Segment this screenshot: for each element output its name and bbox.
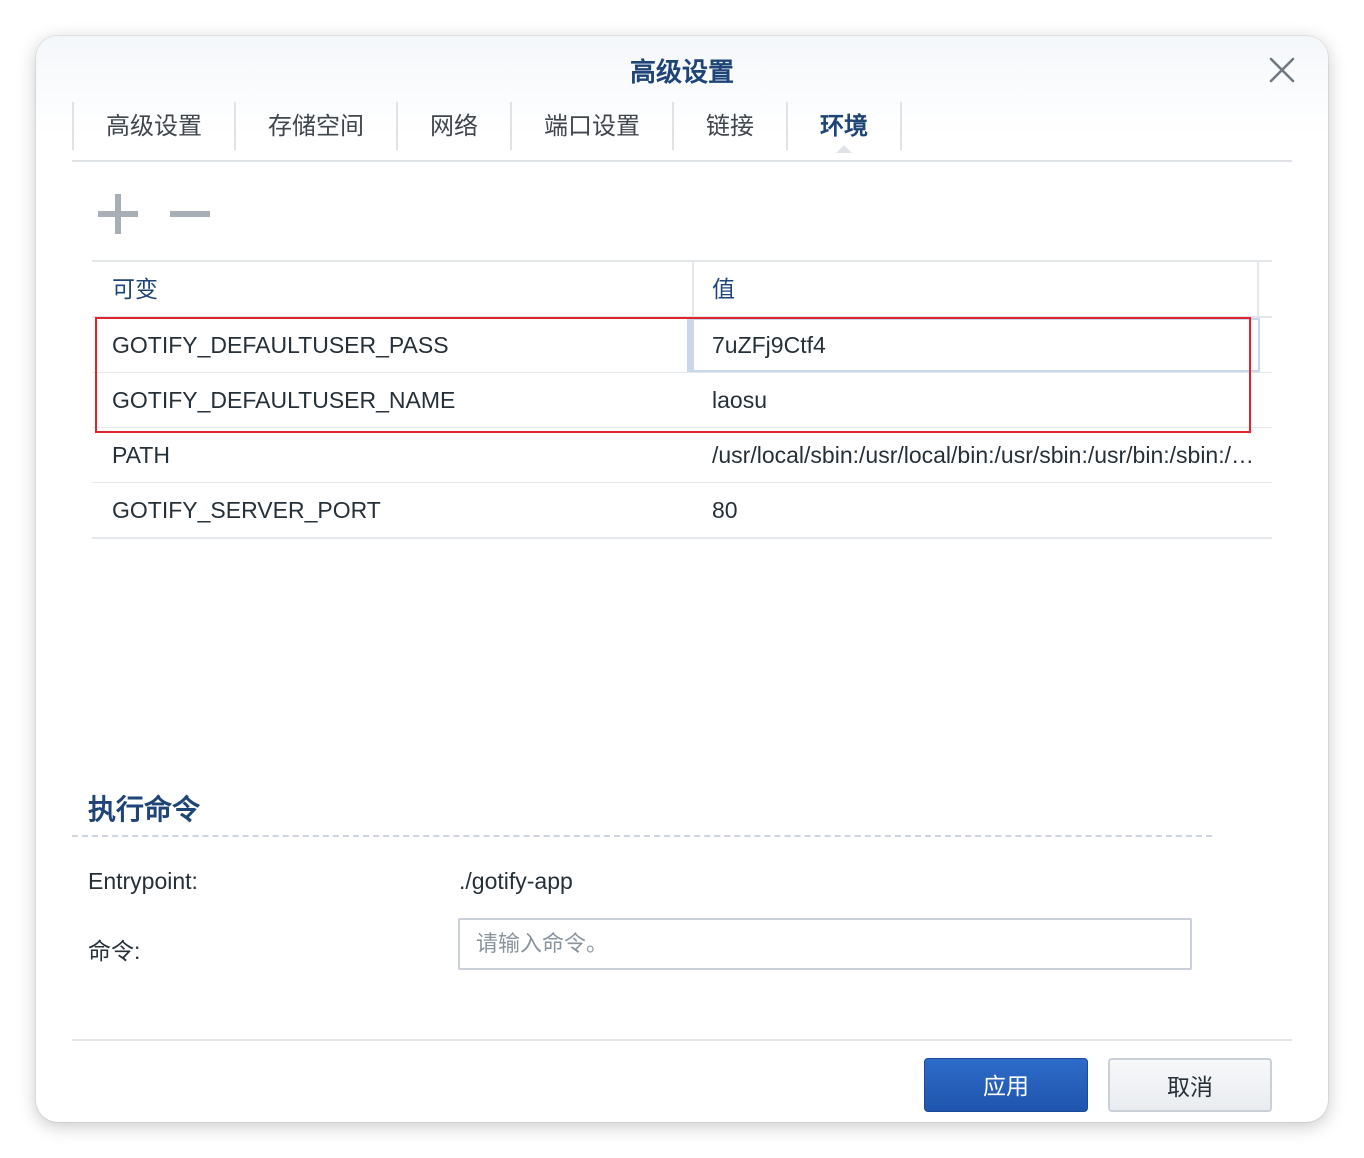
variable-cell[interactable]: GOTIFY_SERVER_PORT [92,483,692,537]
advanced-settings-dialog: 高级设置 高级设置 存储空间 网络 端口设置 链接 环境 可变 值 GOTIFY… [36,36,1328,1122]
variable-cell[interactable]: GOTIFY_DEFAULTUSER_NAME [92,373,692,427]
tab-storage[interactable]: 存储空间 [234,102,396,150]
variable-cell[interactable]: PATH [92,428,692,482]
execution-command-heading: 执行命令 [88,794,201,825]
tab-links[interactable]: 链接 [672,102,786,150]
apply-button[interactable]: 应用 [924,1058,1088,1112]
dialog-title: 高级设置 [629,57,734,87]
value-cell[interactable]: laosu [692,373,1258,427]
environment-table: 可变 值 GOTIFY_DEFAULTUSER_PASS 7uZFj9Ctf4 … [92,260,1272,539]
table-header: 可变 值 [92,260,1272,318]
plus-icon[interactable] [96,192,140,236]
tab-advanced-settings[interactable]: 高级设置 [72,102,234,150]
tabs-divider [72,160,1292,162]
column-header-variable[interactable]: 可变 [92,262,694,316]
tab-network[interactable]: 网络 [396,102,510,150]
entrypoint-value: ./gotify-app [459,868,573,894]
tab-port-settings[interactable]: 端口设置 [510,102,672,150]
command-label: 命令: [88,938,141,964]
command-input[interactable] [458,918,1192,970]
close-icon[interactable] [1266,54,1298,86]
minus-icon[interactable] [168,192,212,236]
tab-environment[interactable]: 环境 [786,102,902,153]
value-cell[interactable]: 7uZFj9Ctf4 [692,318,1260,372]
column-header-value[interactable]: 值 [694,262,1259,316]
table-row[interactable]: GOTIFY_SERVER_PORT 80 [92,483,1272,539]
section-divider [72,835,1212,837]
value-cell[interactable]: /usr/local/sbin:/usr/local/bin:/usr/sbin… [692,428,1258,482]
cancel-button[interactable]: 取消 [1108,1058,1272,1112]
value-cell[interactable]: 80 [692,483,1258,537]
table-row[interactable]: GOTIFY_DEFAULTUSER_PASS 7uZFj9Ctf4 [92,318,1272,373]
table-row[interactable]: PATH /usr/local/sbin:/usr/local/bin:/usr… [92,428,1272,483]
footer-divider [72,1039,1292,1041]
table-row[interactable]: GOTIFY_DEFAULTUSER_NAME laosu [92,373,1272,428]
entrypoint-label: Entrypoint: [88,868,198,894]
variable-cell[interactable]: GOTIFY_DEFAULTUSER_PASS [92,318,692,372]
tab-bar: 高级设置 存储空间 网络 端口设置 链接 环境 [72,102,902,153]
